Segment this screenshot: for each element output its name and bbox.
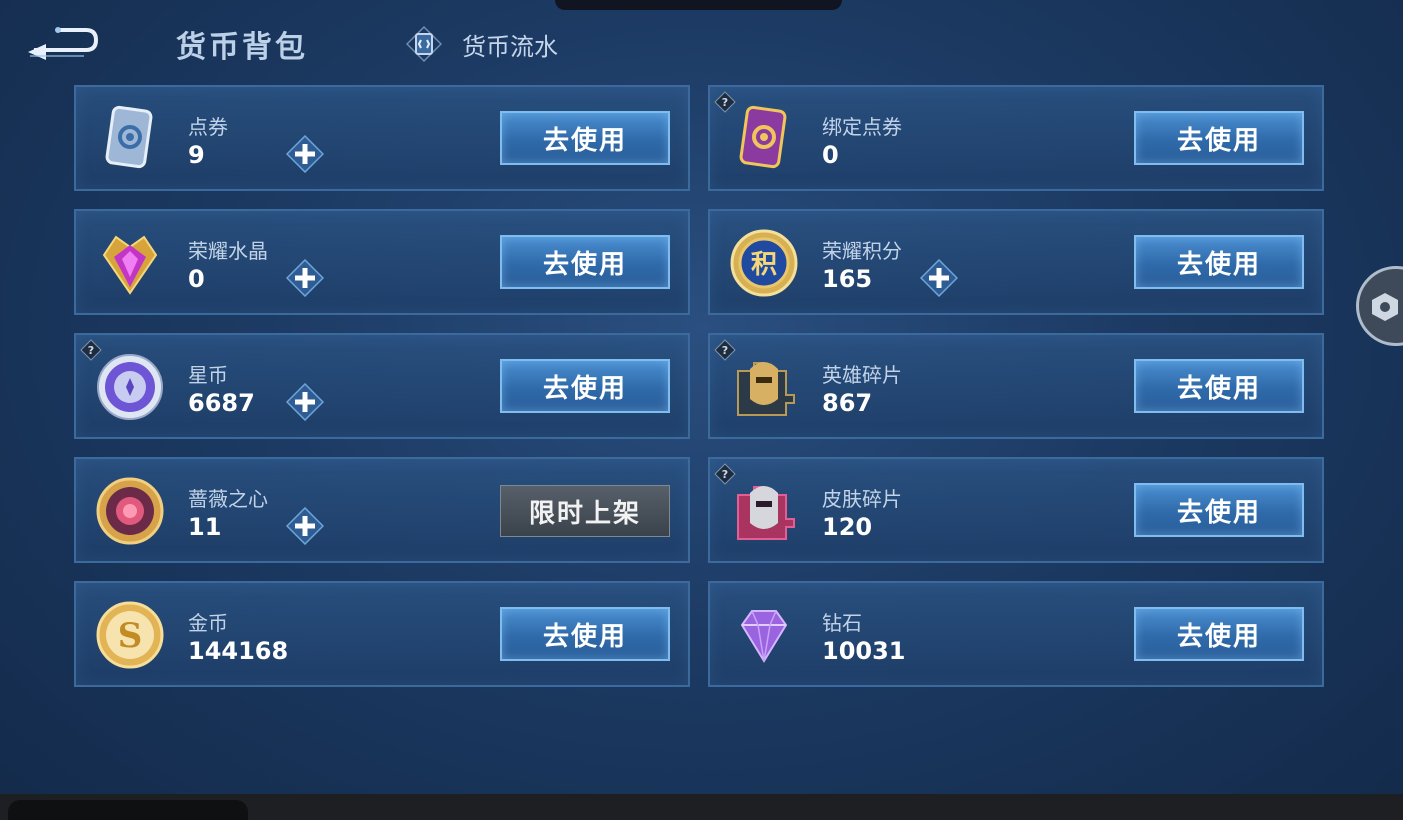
back-arrow-icon [28,27,99,60]
back-button[interactable] [24,22,100,62]
currency-card-glory-points: 积 荣耀积分 165 去使用 [708,209,1324,315]
currency-name: 钻石 [822,611,862,635]
hero-fragment-icon [737,362,795,416]
system-status-pill [8,800,248,820]
use-button[interactable]: 去使用 [500,359,670,413]
top-notch [555,0,842,10]
use-button[interactable]: 去使用 [1134,607,1304,661]
rose-heart-icon [96,477,164,545]
add-currency-button[interactable] [920,259,958,297]
currency-amount: 6687 [188,389,255,417]
currency-amount: 867 [822,389,873,417]
add-currency-button[interactable] [286,383,324,421]
limited-time-button: 限时上架 [500,485,670,537]
currency-name: 英雄碎片 [822,363,902,387]
add-currency-button[interactable] [286,259,324,297]
gold-coin-icon: S [96,601,164,669]
currency-card-diamond: 钻石 10031 去使用 [708,581,1324,687]
currency-name: 皮肤碎片 [822,487,902,511]
currency-amount: 11 [188,513,222,541]
currency-name: 蔷薇之心 [188,487,268,511]
floating-assist-button[interactable] [1356,266,1403,346]
add-currency-button[interactable] [286,507,324,545]
use-button[interactable]: 去使用 [1134,359,1304,413]
currency-amount: 10031 [822,637,906,665]
currency-flow-label: 货币流水 [462,32,558,61]
currency-card-bound-voucher: ? 绑定点券 0 去使用 [708,85,1324,191]
page-title: 货币背包 [176,30,308,65]
use-button[interactable]: 去使用 [500,235,670,289]
currency-amount: 165 [822,265,873,293]
currency-card-glory-crystal: 荣耀水晶 0 去使用 [74,209,690,315]
currency-name: 荣耀水晶 [188,239,268,263]
skin-fragment-icon [737,486,795,540]
currency-card-star-coin: ? 星币 6687 去使用 [74,333,690,439]
currency-name: 荣耀积分 [822,239,902,263]
add-currency-button[interactable] [286,135,324,173]
use-button[interactable]: 去使用 [500,111,670,165]
use-button[interactable]: 去使用 [500,607,670,661]
currency-card-hero-fragment: ? 英雄碎片 867 去使用 [708,333,1324,439]
currency-amount: 120 [822,513,873,541]
currency-name: 绑定点券 [822,115,902,139]
currency-name: 星币 [188,363,228,387]
svg-text:积: 积 [751,250,777,280]
use-button[interactable]: 去使用 [1134,483,1304,537]
currency-amount: 144168 [188,637,289,665]
currency-name: 点券 [188,115,228,139]
currency-card-rose-heart: 蔷薇之心 11 限时上架 [74,457,690,563]
currency-flow-tab[interactable]: 货币流水 [406,26,558,62]
bound-voucher-card-icon [739,105,787,169]
currency-amount: 9 [188,141,205,169]
voucher-card-icon [105,105,153,169]
glory-points-icon: 积 [730,229,798,297]
glory-crystal-icon [102,235,158,295]
currency-card-skin-fragment: ? 皮肤碎片 120 去使用 [708,457,1324,563]
use-button[interactable]: 去使用 [1134,235,1304,289]
currency-flow-icon [406,26,442,62]
currency-name: 金币 [188,611,228,635]
currency-amount: 0 [188,265,205,293]
star-coin-icon [97,354,163,420]
use-button[interactable]: 去使用 [1134,111,1304,165]
currency-amount: 0 [822,141,839,169]
currency-card-voucher: 点券 9 去使用 [74,85,690,191]
currency-card-gold-coin: S 金币 144168 去使用 [74,581,690,687]
hexagon-icon [1372,293,1398,321]
diamond-icon [740,610,788,663]
svg-text:S: S [118,616,143,656]
